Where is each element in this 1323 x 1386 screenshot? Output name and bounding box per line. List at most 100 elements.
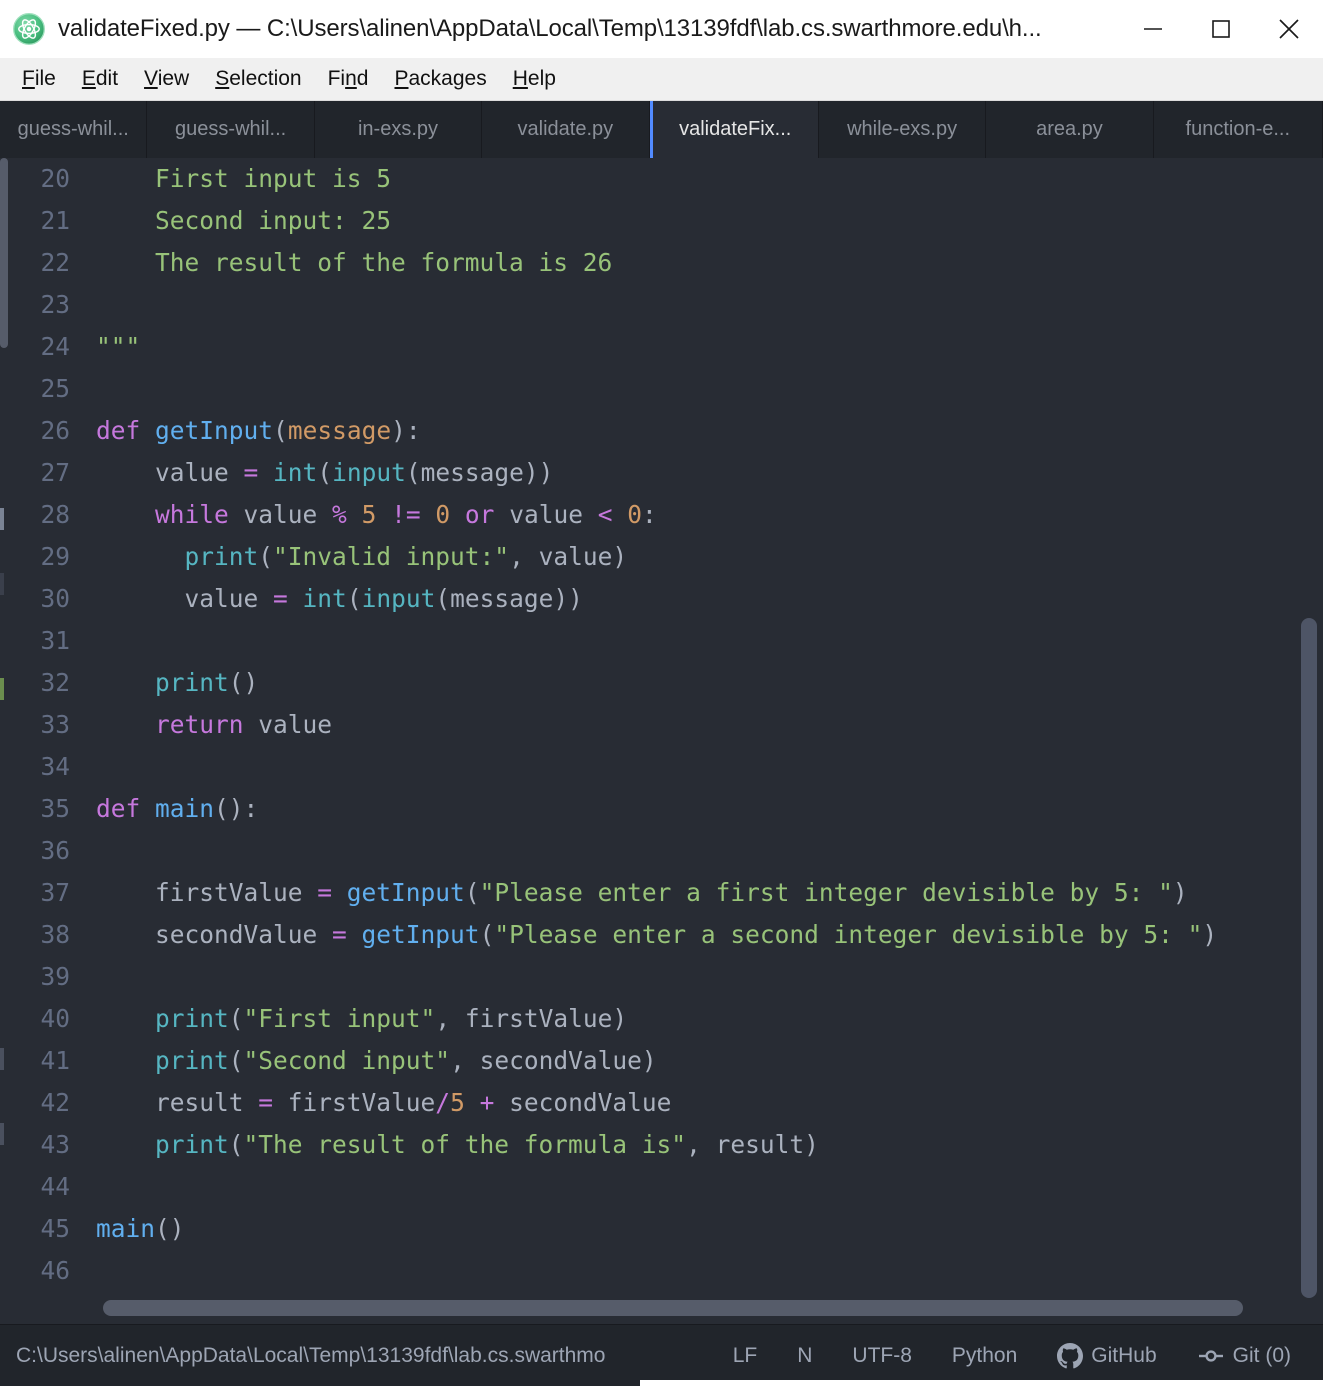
code-line[interactable]: 35 def main(): — [8, 788, 1217, 830]
code-line[interactable]: 27 value = int(input(message)) — [8, 452, 1217, 494]
tab-2[interactable]: in-exs.py — [314, 101, 483, 158]
code-token: ( — [258, 542, 274, 571]
code-editor[interactable]: 20 First input is 5 21 Second input: 25 22… — [8, 158, 1323, 1324]
status-git-label: Git (0) — [1232, 1343, 1291, 1367]
code-token: ) — [1172, 878, 1188, 907]
maximize-button[interactable] — [1187, 0, 1255, 58]
line-number: 45 — [40, 1214, 70, 1243]
minimize-button[interactable] — [1119, 0, 1187, 58]
left-strip-thumb[interactable] — [0, 158, 8, 348]
code-line[interactable]: 34 — [8, 746, 1217, 788]
code-line[interactable]: 43 print("The result of the formula is",… — [8, 1124, 1217, 1166]
code-token: = — [258, 1088, 274, 1117]
code-token: : — [642, 500, 657, 529]
code-line[interactable]: 40 print("First input", firstValue) — [8, 998, 1217, 1040]
code-line[interactable]: 39 — [8, 956, 1217, 998]
tab-4[interactable]: validateFix... — [649, 101, 819, 158]
code-line[interactable]: 38 secondValue = getInput("Please enter … — [8, 914, 1217, 956]
tab-7[interactable]: function-e... — [1153, 101, 1323, 158]
status-indent[interactable]: N — [777, 1344, 832, 1368]
title-bar: validateFixed.py — C:\Users\alinen\AppDa… — [0, 0, 1323, 58]
code-content[interactable]: 20 First input is 5 21 Second input: 25 22… — [8, 158, 1217, 1292]
code-line[interactable]: 46 — [8, 1250, 1217, 1292]
vertical-scrollbar[interactable] — [1301, 158, 1317, 1298]
code-line[interactable]: 33 return value — [8, 704, 1217, 746]
status-bar: C:\Users\alinen\AppData\Local\Temp\13139… — [0, 1324, 1323, 1386]
code-line[interactable]: 42 result = firstValue/5 + secondValue — [8, 1082, 1217, 1124]
menu-item-find[interactable]: Find — [316, 65, 383, 93]
code-line[interactable]: 31 — [8, 620, 1217, 662]
code-line[interactable]: 29 print("Invalid input:", value) — [8, 536, 1217, 578]
code-line[interactable]: 44 — [8, 1166, 1217, 1208]
left-strip-marker — [0, 678, 4, 700]
tab-0[interactable]: guess-whil... — [0, 101, 148, 158]
code-line[interactable]: 41 print("Second input", secondValue) — [8, 1040, 1217, 1082]
line-number: 36 — [40, 836, 70, 865]
code-token: value — [96, 584, 274, 613]
menu-item-view[interactable]: View — [132, 65, 203, 93]
status-encoding[interactable]: UTF-8 — [832, 1344, 932, 1368]
tab-6[interactable]: area.py — [986, 101, 1154, 158]
code-line[interactable]: 26 def getInput(message): — [8, 410, 1217, 452]
line-number: 24 — [40, 332, 70, 361]
horizontal-scrollbar-thumb[interactable] — [103, 1300, 1243, 1316]
horizontal-scrollbar[interactable] — [8, 1300, 1323, 1318]
status-git[interactable]: Git (0) — [1177, 1344, 1311, 1368]
tab-label: validateFix... — [679, 118, 792, 140]
code-line[interactable]: 37 firstValue = getInput("Please enter a… — [8, 872, 1217, 914]
line-number: 30 — [40, 584, 70, 613]
code-line[interactable]: 20 First input is 5 — [8, 158, 1217, 200]
window-title: validateFixed.py — C:\Users\alinen\AppDa… — [58, 14, 1042, 42]
menu-item-file[interactable]: File — [10, 65, 70, 93]
code-line[interactable]: 28 while value % 5 != 0 or value < 0: — [8, 494, 1217, 536]
status-github[interactable]: GitHub — [1037, 1342, 1176, 1369]
code-line[interactable]: 23 — [8, 284, 1217, 326]
code-token: ( — [464, 878, 480, 907]
tab-1[interactable]: guess-whil... — [147, 101, 315, 158]
code-line[interactable]: 45 main() — [8, 1208, 1217, 1250]
code-token: """ — [96, 332, 141, 361]
code-line[interactable]: 36 — [8, 830, 1217, 872]
bottom-taskbar-strip — [640, 1380, 1323, 1386]
code-token: or — [464, 500, 495, 529]
menu-item-selection[interactable]: Selection — [203, 65, 315, 93]
status-line-ending[interactable]: LF — [713, 1344, 778, 1368]
code-token: value — [96, 458, 244, 487]
close-icon — [1279, 18, 1299, 39]
code-token: = — [332, 920, 347, 949]
code-token: value — [228, 500, 333, 529]
code-token: "First input" — [243, 1004, 436, 1033]
code-line[interactable]: 24 """ — [8, 326, 1217, 368]
code-token: def — [96, 416, 141, 445]
code-line[interactable]: 21 Second input: 25 — [8, 200, 1217, 242]
vertical-scrollbar-thumb[interactable] — [1301, 618, 1317, 1298]
line-number: 31 — [40, 626, 70, 655]
code-token: value — [494, 500, 598, 529]
code-token: message — [450, 584, 554, 613]
code-token: , — [450, 1046, 480, 1075]
tab-5[interactable]: while-exs.py — [818, 101, 987, 158]
menu-item-edit[interactable]: Edit — [70, 65, 132, 93]
menu-item-help[interactable]: Help — [501, 65, 570, 93]
menu-item-packages[interactable]: Packages — [382, 65, 500, 93]
code-line[interactable]: 32 print() — [8, 662, 1217, 704]
close-button[interactable] — [1255, 0, 1323, 58]
tab-label: guess-whil... — [17, 118, 129, 140]
code-token: () — [228, 668, 259, 697]
code-line[interactable]: 30 value = int(input(message)) — [8, 578, 1217, 620]
code-token: , — [435, 1004, 465, 1033]
status-file-path[interactable]: C:\Users\alinen\AppData\Local\Temp\13139… — [16, 1344, 605, 1368]
status-grammar[interactable]: Python — [932, 1344, 1037, 1368]
left-gutter-strip[interactable] — [0, 158, 8, 1324]
tab-3[interactable]: validate.py — [482, 101, 650, 158]
code-token: input — [332, 458, 406, 487]
code-token: , — [686, 1130, 716, 1159]
code-token: ( — [273, 416, 288, 445]
code-line[interactable]: 25 — [8, 368, 1217, 410]
code-line[interactable]: 22 The result of the formula is 26 — [8, 242, 1217, 284]
